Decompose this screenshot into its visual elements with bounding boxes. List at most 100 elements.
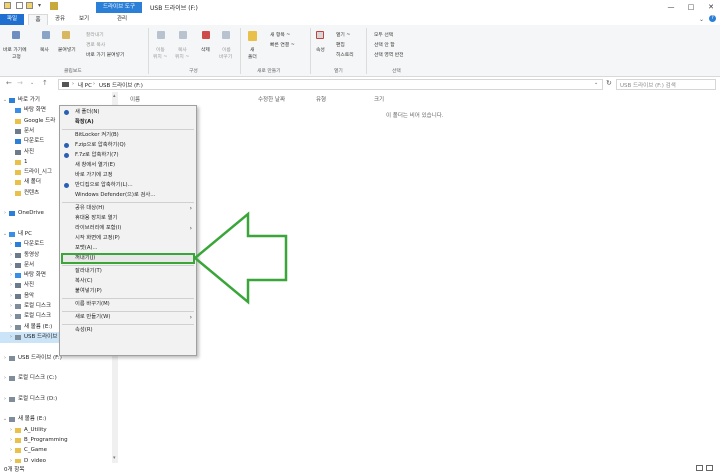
pin-label-1[interactable]: 바로 가기에 [3, 46, 27, 53]
minimize-button[interactable]: — [666, 2, 676, 12]
copy-button[interactable]: 복사 [40, 46, 49, 53]
copy-to-label-2[interactable]: 위치 ~ [175, 53, 189, 60]
recent-locations-icon[interactable]: ⌄ [30, 80, 34, 86]
tab-manage[interactable]: 관리 [108, 14, 136, 25]
menu-item[interactable]: Windows Defender(으)로 검사... [60, 191, 196, 200]
new-folder-icon[interactable] [248, 31, 257, 41]
menu-item[interactable]: 반디집으로 압축하기(L)... [60, 181, 196, 190]
column-type[interactable]: 유형 [316, 95, 326, 103]
copy-path-button[interactable]: 경로 복사 [86, 41, 105, 48]
chevron-right-icon[interactable]: › [2, 353, 8, 364]
nav-item[interactable]: › 로컬 디스크 (D:) [0, 394, 112, 405]
pin-label-2[interactable]: 고정 [12, 53, 21, 60]
open-button[interactable]: 열기 ~ [336, 31, 350, 38]
refresh-icon[interactable]: ↻ [606, 79, 612, 87]
menu-item[interactable]: 속성(R) [60, 326, 196, 335]
quick-access-folder-icon[interactable] [4, 2, 11, 9]
address-dropdown-icon[interactable]: ⌄ [594, 80, 598, 86]
column-name[interactable]: 이름 [130, 95, 140, 103]
menu-item[interactable]: 꺼내기(J) [60, 254, 196, 263]
quick-access-newfolder-icon[interactable] [26, 2, 33, 9]
menu-item[interactable]: 이름 바꾸기(M) [60, 300, 196, 309]
breadcrumb-usb[interactable]: USB 드라이브 (F:) [99, 81, 143, 89]
properties-icon[interactable] [316, 31, 324, 39]
copy-to-icon[interactable] [179, 31, 187, 39]
menu-item[interactable]: 휴대용 장치로 열기 [60, 214, 196, 223]
menu-item[interactable]: 새 창에서 열기(E) [60, 161, 196, 170]
ribbon-collapse-icon[interactable]: ⌄ [699, 16, 704, 23]
paste-button[interactable]: 붙여넣기 [58, 46, 76, 53]
chevron-right-icon[interactable]: › [2, 394, 8, 405]
folder-icon [15, 118, 21, 124]
menu-item[interactable]: 복사(C) [60, 277, 196, 286]
new-folder-label-2[interactable]: 폴더 [248, 53, 257, 60]
menu-item[interactable]: F.zip으로 압축하기(Q) [60, 141, 196, 150]
move-to-icon[interactable] [157, 31, 165, 39]
forward-icon[interactable]: → [17, 79, 23, 87]
history-button[interactable]: 히스토리 [336, 51, 354, 58]
tab-view[interactable]: 보기 [74, 14, 94, 25]
copy-to-label-1[interactable]: 복사 [178, 46, 187, 53]
column-date-modified[interactable]: 수정한 날짜 [258, 95, 285, 103]
menu-item[interactable]: 붙여넣기(P) [60, 287, 196, 296]
large-icons-view-icon[interactable] [706, 465, 713, 471]
paste-icon[interactable] [62, 31, 70, 39]
ribbon-separator [366, 28, 367, 74]
select-none-button[interactable]: 선택 안 함 [374, 41, 395, 48]
invert-selection-button[interactable]: 선택 영역 반전 [374, 51, 404, 58]
cut-button[interactable]: 잘라내기 [86, 31, 104, 38]
menu-item[interactable]: 새로 만들기(W) › [60, 313, 196, 322]
nav-item[interactable]: › 로컬 디스크 (C:) [0, 373, 112, 384]
move-to-label-2[interactable]: 위치 ~ [153, 53, 167, 60]
pin-icon[interactable] [12, 31, 20, 39]
edit-button[interactable]: 편집 [336, 41, 345, 48]
copy-icon[interactable] [42, 31, 50, 39]
menu-item[interactable]: 잘라내기(T) [60, 267, 196, 276]
new-folder-label-1[interactable]: 새 [250, 46, 254, 53]
menu-item[interactable]: 바로 가기에 고정 [60, 171, 196, 180]
up-icon[interactable]: ↑ [42, 79, 48, 87]
delete-button[interactable]: 삭제 [201, 46, 210, 53]
maximize-button[interactable]: □ [686, 2, 696, 12]
back-icon[interactable]: ← [6, 79, 12, 87]
menu-item-icon [64, 110, 69, 115]
select-all-button[interactable]: 모두 선택 [374, 31, 393, 38]
nav-item-label: USB 드라이브 [24, 333, 58, 340]
scroll-down-icon[interactable]: ▾ [113, 455, 116, 461]
menu-item-label: 꺼내기(J) [75, 255, 96, 261]
paste-shortcut-button[interactable]: 바로 가기 붙여넣기 [86, 51, 124, 58]
quick-access-properties-icon[interactable] [16, 2, 23, 9]
delete-icon[interactable] [202, 31, 210, 39]
chevron-right-icon[interactable]: › [2, 208, 8, 219]
usb-icon [15, 334, 21, 340]
tab-file[interactable]: 파일 [0, 14, 24, 25]
context-tab-label: 드라이브 도구 [96, 2, 142, 13]
menu-item-label: 이름 바꾸기(M) [75, 301, 110, 307]
rename-icon[interactable] [222, 31, 230, 39]
breadcrumb-pc[interactable]: 내 PC [78, 81, 92, 89]
quick-access-dropdown-icon[interactable]: ▾ [38, 2, 41, 9]
menu-item[interactable]: F.7z로 압축하기(7) [60, 151, 196, 160]
column-size[interactable]: 크기 [374, 95, 384, 103]
menu-item[interactable]: 시작 화면에 고정(P) [60, 234, 196, 243]
tab-home[interactable]: 홈 [28, 14, 48, 25]
rename-label-2[interactable]: 바꾸기 [219, 53, 232, 60]
menu-item[interactable]: 확장(A) [60, 118, 196, 127]
help-icon[interactable]: ? [709, 15, 716, 22]
easy-access-button[interactable]: 빠른 연결 ~ [270, 41, 295, 48]
move-to-label-1[interactable]: 이동 [156, 46, 165, 53]
rename-label-1[interactable]: 이름 [222, 46, 231, 53]
menu-item[interactable]: 새 폴더(N) [60, 108, 196, 117]
scroll-up-icon[interactable]: ▴ [113, 93, 116, 99]
new-item-button[interactable]: 새 항목 ~ [270, 31, 290, 38]
chevron-right-icon[interactable]: › [2, 373, 8, 384]
menu-item[interactable]: BitLocker 켜기(B) [60, 131, 196, 140]
close-button[interactable]: ✕ [706, 2, 716, 12]
menu-item[interactable]: 포맷(A)... [60, 244, 196, 253]
menu-item[interactable]: 라이브러리에 포함(I) › [60, 224, 196, 233]
properties-button[interactable]: 속성 [316, 46, 325, 53]
details-view-icon[interactable] [696, 465, 703, 471]
chevron-right-icon[interactable]: › [8, 332, 14, 343]
menu-item[interactable]: 공유 대상(H) › [60, 204, 196, 213]
tab-share[interactable]: 공유 [50, 14, 70, 25]
